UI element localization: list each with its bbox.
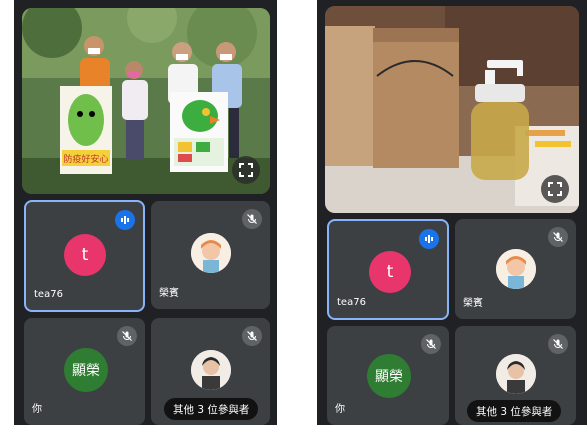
mic-status bbox=[548, 227, 568, 247]
avatar: t bbox=[64, 234, 106, 276]
avatar bbox=[191, 233, 231, 273]
mic-status bbox=[421, 334, 441, 354]
participant-name: tea76 bbox=[337, 297, 366, 308]
meet-screen-left: 防疫好安心 t tea76 榮賓 顯榮 你 其他 3 位參與者 bbox=[14, 0, 277, 425]
fullscreen-icon bbox=[548, 182, 562, 196]
avatar bbox=[496, 249, 536, 289]
avatar: 顯榮 bbox=[64, 348, 108, 392]
cartoon-avatar-image bbox=[191, 233, 231, 273]
mic-status bbox=[242, 209, 262, 229]
fullscreen-button[interactable] bbox=[232, 156, 260, 184]
portrait-avatar-image bbox=[496, 354, 536, 394]
mic-off-icon bbox=[247, 331, 257, 341]
avatar bbox=[191, 350, 231, 390]
meet-screen-right: t tea76 榮賓 顯榮 你 其他 3 位參與者 bbox=[317, 0, 587, 425]
mic-off-icon bbox=[553, 339, 563, 349]
avatar: 顯榮 bbox=[367, 354, 411, 398]
mic-off-icon bbox=[553, 232, 563, 242]
participant-name: 榮賓 bbox=[159, 288, 179, 299]
portrait-avatar-image bbox=[191, 350, 231, 390]
participant-name: 你 bbox=[335, 404, 345, 415]
speaking-icon bbox=[425, 235, 433, 243]
participant-tile-rong[interactable]: 榮賓 bbox=[151, 201, 270, 309]
participant-tile-tea76[interactable]: t tea76 bbox=[327, 219, 449, 320]
mic-off-icon bbox=[122, 331, 132, 341]
participant-name: 榮賓 bbox=[463, 298, 483, 309]
participant-name: tea76 bbox=[34, 289, 63, 300]
speaking-indicator bbox=[419, 229, 439, 249]
mic-status bbox=[242, 326, 262, 346]
avatar bbox=[496, 354, 536, 394]
participant-tile-self[interactable]: 顯榮 你 bbox=[24, 318, 145, 425]
fullscreen-icon bbox=[239, 163, 253, 177]
participant-name: 你 bbox=[32, 404, 42, 415]
indoor-table-photo bbox=[325, 6, 579, 213]
participant-tile-rong[interactable]: 榮賓 bbox=[455, 219, 576, 319]
mic-status bbox=[117, 326, 137, 346]
main-video-feed[interactable]: 防疫好安心 bbox=[22, 8, 270, 194]
speaking-icon bbox=[121, 216, 129, 224]
main-video-feed[interactable] bbox=[325, 6, 579, 213]
participant-tile-self[interactable]: 顯榮 你 bbox=[327, 326, 449, 425]
more-participants-button[interactable]: 其他 3 位參與者 bbox=[467, 400, 562, 422]
participant-tile-tea76[interactable]: t tea76 bbox=[24, 200, 145, 312]
fullscreen-button[interactable] bbox=[541, 175, 569, 203]
cartoon-avatar-image bbox=[496, 249, 536, 289]
mic-off-icon bbox=[247, 214, 257, 224]
speaking-indicator bbox=[115, 210, 135, 230]
more-participants-button[interactable]: 其他 3 位參與者 bbox=[164, 398, 259, 420]
poster-text: 防疫好安心 bbox=[63, 153, 108, 165]
avatar: t bbox=[369, 251, 411, 293]
mic-status bbox=[548, 334, 568, 354]
mic-off-icon bbox=[426, 339, 436, 349]
